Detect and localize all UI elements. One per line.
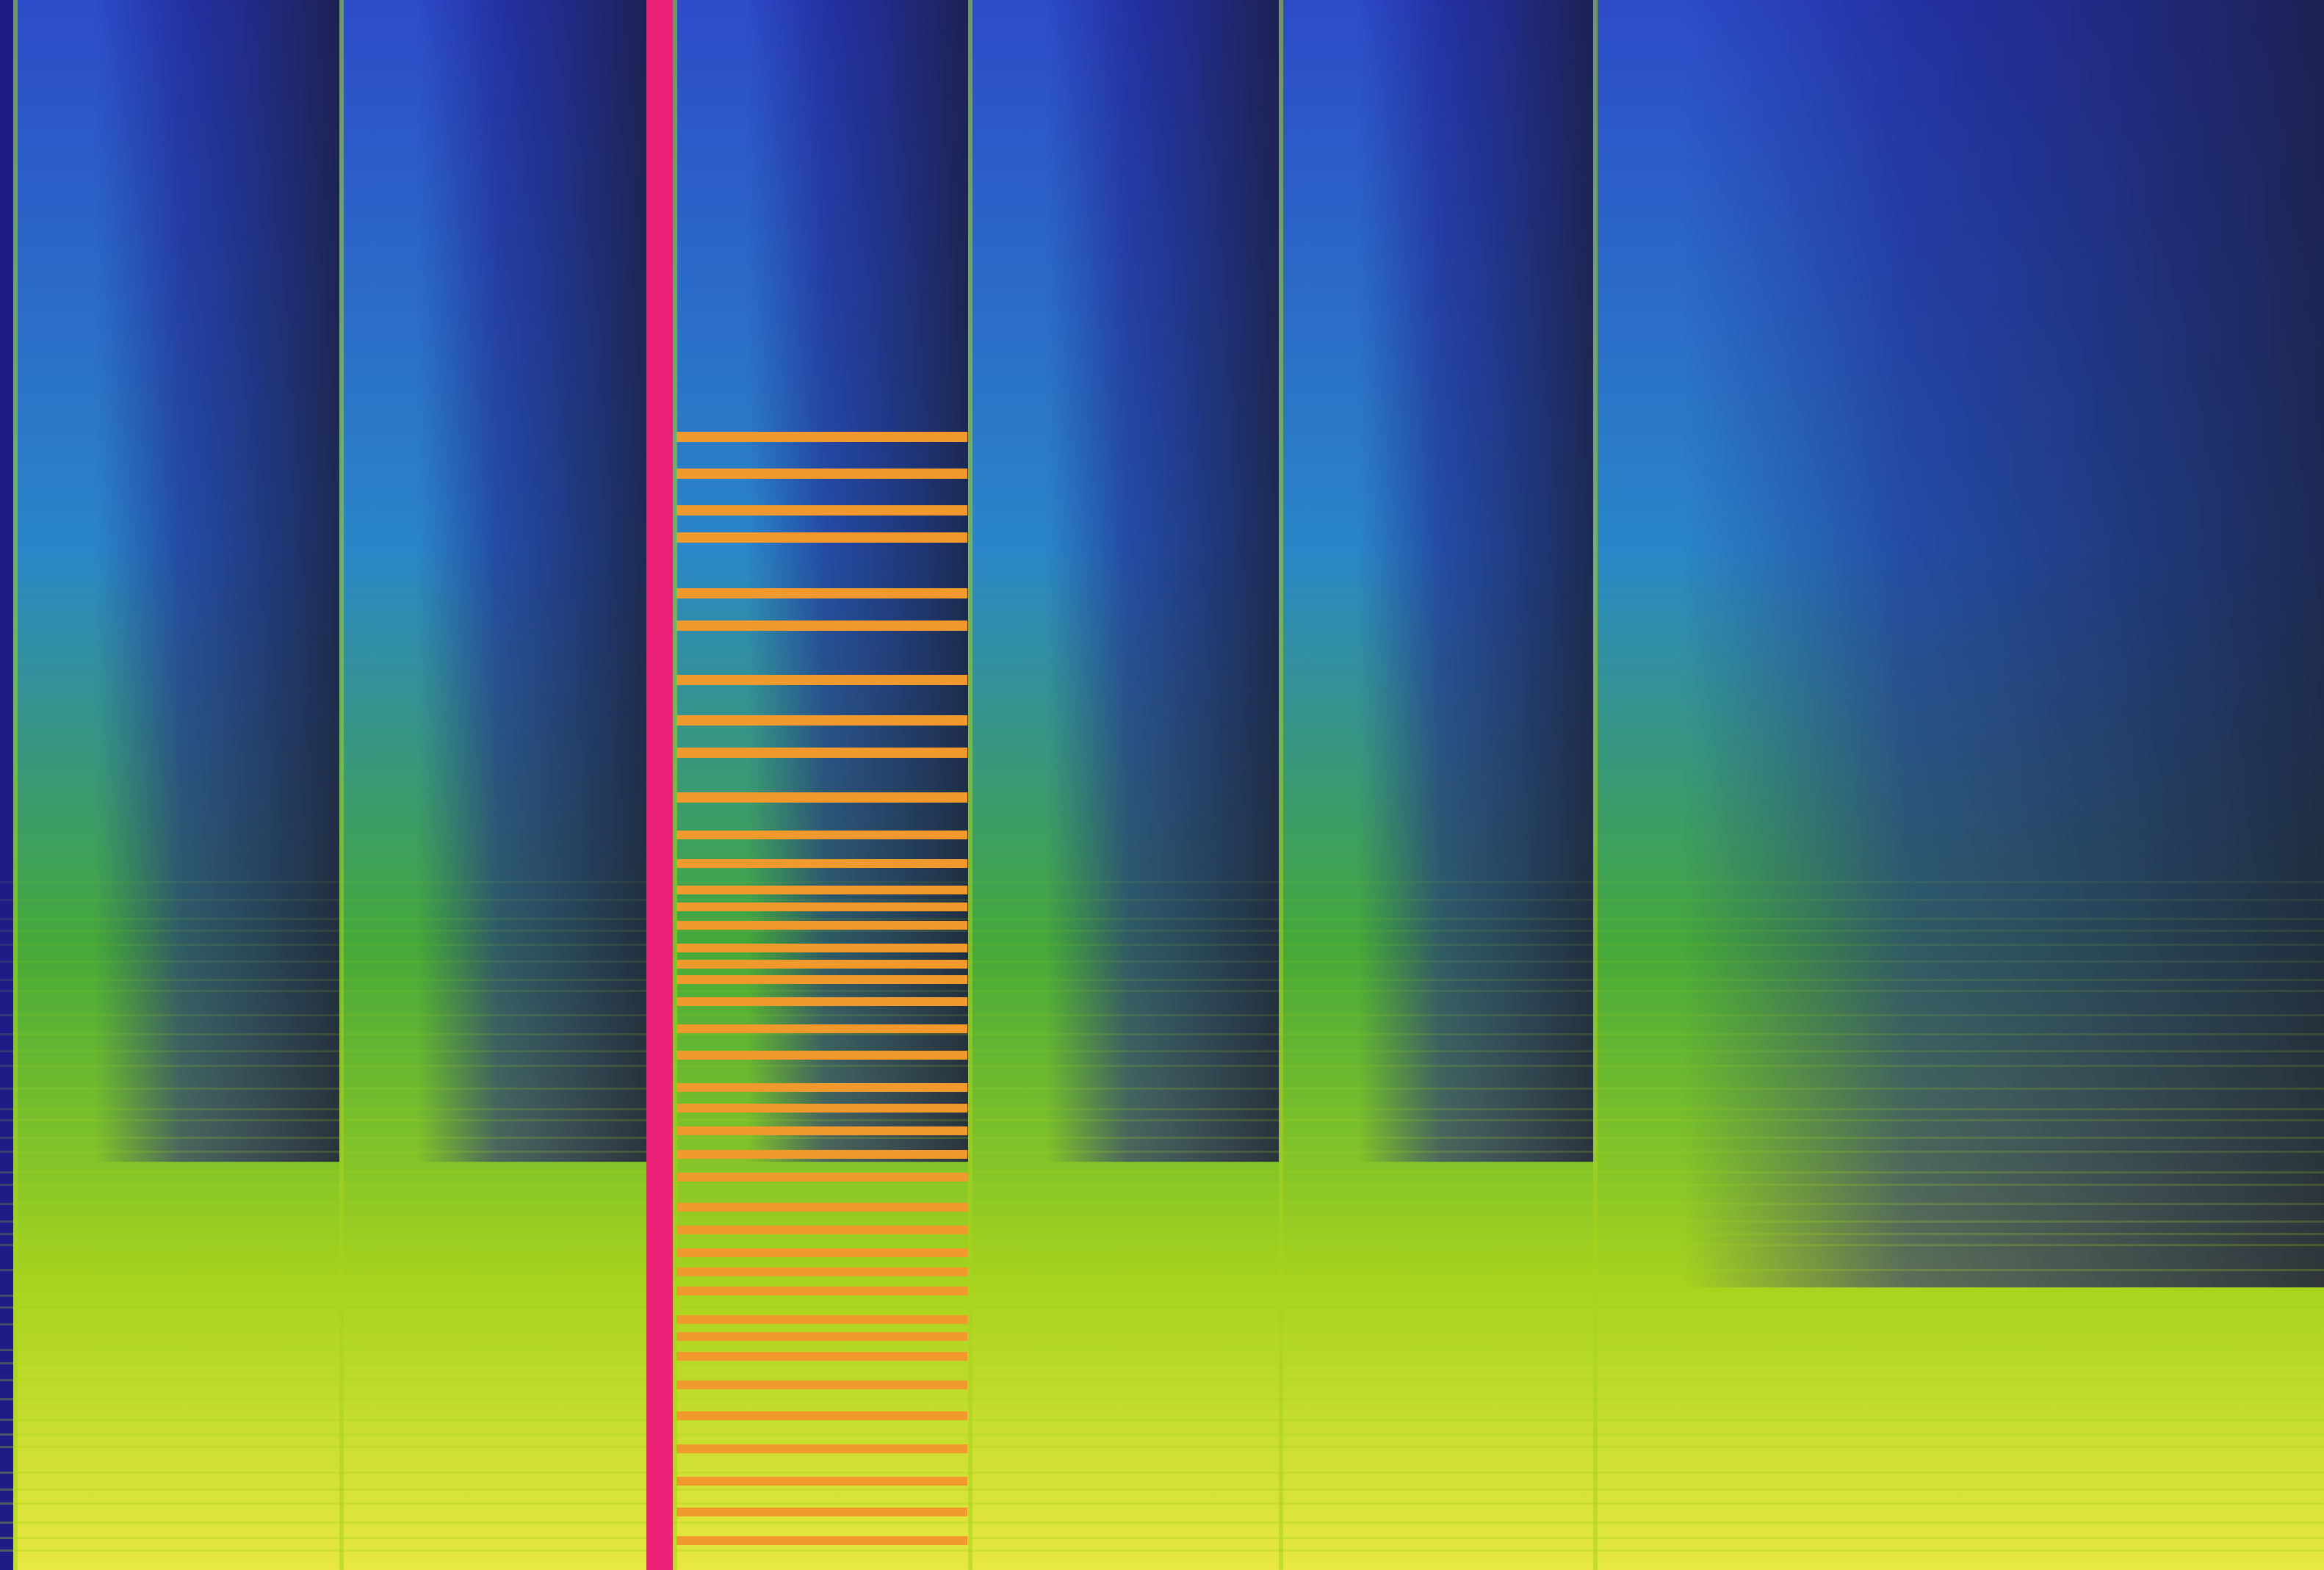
harmonic-line [0, 1088, 2324, 1090]
selection-band [676, 1315, 967, 1324]
harmonic-line [0, 881, 2324, 883]
harmonic-line [0, 1171, 2324, 1173]
harmonic-line [0, 1419, 2324, 1421]
selection-band [676, 1352, 967, 1361]
selection-band [676, 944, 967, 952]
segment-decay [416, 0, 648, 1162]
harmonic-line [0, 1398, 2324, 1400]
harmonic-line [0, 918, 2324, 920]
harmonic-line [0, 899, 2324, 901]
playhead-cursor[interactable] [646, 0, 673, 1570]
harmonic-line [0, 1014, 2324, 1016]
selection-band [676, 1248, 967, 1257]
selection-band [676, 960, 967, 969]
harmonic-line [0, 1379, 2324, 1381]
selection-band [676, 831, 967, 839]
selection-band [676, 1444, 967, 1453]
selection-band [676, 1150, 967, 1159]
onset-line [1593, 0, 1598, 1570]
selection-band [676, 975, 967, 984]
harmonic-line [0, 1488, 2324, 1491]
selection-band [676, 1411, 967, 1420]
selection-band [676, 1267, 967, 1276]
onset-line [1279, 0, 1283, 1570]
selection-band [676, 675, 967, 685]
segment-decay [746, 0, 968, 1162]
segment-decay [1357, 0, 1593, 1162]
harmonic-line [0, 1306, 2324, 1309]
selection-band [676, 1126, 967, 1135]
harmonic-line [0, 944, 2324, 946]
harmonic-line [0, 930, 2324, 932]
selection-band [676, 921, 967, 930]
harmonic-line [0, 1244, 2324, 1246]
selection-band [676, 715, 967, 726]
selection-band [676, 1477, 967, 1486]
harmonic-line [0, 1349, 2324, 1351]
selection-band [676, 1203, 967, 1212]
spectrogram-view[interactable] [0, 0, 2324, 1570]
harmonic-line [0, 1137, 2324, 1139]
harmonic-line [0, 1537, 2324, 1539]
selection-band [676, 621, 967, 631]
selection-band [676, 1024, 967, 1033]
harmonic-line [0, 961, 2324, 963]
segment-decay [1045, 0, 1279, 1162]
harmonic-line [0, 1295, 2324, 1297]
selection-band [676, 792, 967, 803]
selection-band [676, 1173, 967, 1182]
harmonic-line [0, 1050, 2324, 1052]
harmonic-line [0, 1472, 2324, 1474]
selection-band [676, 1508, 967, 1516]
selection-band [676, 532, 967, 543]
harmonic-line [0, 1108, 2324, 1110]
selection-band [676, 1083, 967, 1092]
harmonic-line [0, 1323, 2324, 1325]
harmonic-line [0, 1502, 2324, 1505]
selection-band [676, 1226, 967, 1234]
harmonic-line [0, 1119, 2324, 1121]
harmonic-line [0, 1549, 2324, 1552]
selection-band [676, 748, 967, 758]
selection-band [676, 588, 967, 598]
onset-line [13, 0, 18, 1570]
selection-band [676, 505, 967, 516]
selection-band [676, 469, 967, 479]
selection-band [676, 886, 967, 894]
segment-decay [1681, 0, 2324, 1288]
selection-band [676, 1287, 967, 1295]
harmonic-line [0, 1269, 2324, 1271]
harmonic-line [0, 979, 2324, 981]
left-edge [0, 0, 13, 1570]
segment-decay [95, 0, 340, 1162]
harmonic-line [0, 1151, 2324, 1153]
onset-line [968, 0, 972, 1570]
harmonic-line [0, 1446, 2324, 1448]
harmonic-line [0, 1184, 2324, 1186]
selection-band [676, 432, 967, 442]
selection-band [676, 902, 967, 911]
harmonic-line [0, 1065, 2324, 1067]
onset-line [339, 0, 344, 1570]
harmonic-line [0, 1362, 2324, 1364]
selection-band [676, 1051, 967, 1060]
selection-band [676, 1332, 967, 1341]
harmonic-line [0, 1203, 2324, 1205]
selection-band [676, 1381, 967, 1389]
harmonic-line [0, 1233, 2324, 1235]
selection-band [676, 997, 967, 1006]
harmonic-line [0, 1433, 2324, 1436]
spectrogram-segments [0, 0, 2324, 1570]
harmonic-line [0, 990, 2324, 992]
harmonic-line [0, 1522, 2324, 1524]
selection-band [676, 859, 967, 868]
harmonic-line [0, 1033, 2324, 1035]
harmonic-line [0, 1220, 2324, 1223]
selection-band [676, 1104, 967, 1113]
selection-band [676, 1536, 967, 1545]
